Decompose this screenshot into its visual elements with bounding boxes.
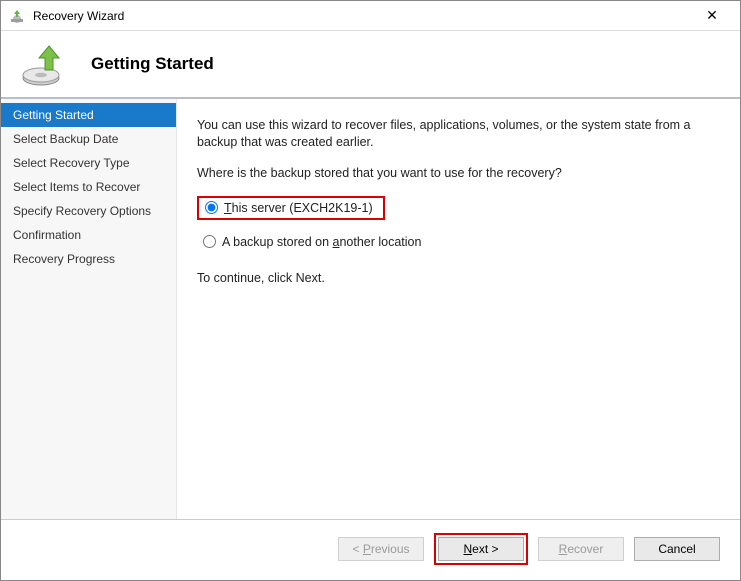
wizard-body: Getting Started Select Backup Date Selec…: [1, 99, 740, 519]
sidebar-item-confirmation[interactable]: Confirmation: [1, 223, 176, 247]
sidebar-item-select-backup-date[interactable]: Select Backup Date: [1, 127, 176, 151]
sidebar-item-getting-started[interactable]: Getting Started: [1, 103, 176, 127]
recovery-icon: [19, 40, 67, 88]
wizard-footer: < Previous Next > Recover Cancel: [1, 519, 740, 577]
window-title: Recovery Wizard: [33, 9, 692, 23]
continue-text: To continue, click Next.: [197, 270, 712, 287]
previous-button: < Previous: [338, 537, 424, 561]
radio-this-server-label: This server (EXCH2K19-1): [224, 201, 373, 215]
radio-this-server[interactable]: This server (EXCH2K19-1): [197, 196, 385, 220]
next-button-highlight: Next >: [434, 533, 528, 565]
close-icon[interactable]: ✕: [692, 2, 732, 30]
intro-text: You can use this wizard to recover files…: [197, 117, 712, 151]
titlebar: Recovery Wizard ✕: [1, 1, 740, 31]
wizard-content: You can use this wizard to recover files…: [177, 99, 740, 519]
sidebar-item-select-items[interactable]: Select Items to Recover: [1, 175, 176, 199]
backup-location-group: This server (EXCH2K19-1) A backup stored…: [197, 196, 712, 252]
wizard-header: Getting Started: [1, 31, 740, 99]
sidebar-item-select-recovery-type[interactable]: Select Recovery Type: [1, 151, 176, 175]
question-text: Where is the backup stored that you want…: [197, 165, 712, 182]
next-button[interactable]: Next >: [438, 537, 524, 561]
radio-this-server-input[interactable]: [205, 201, 218, 214]
cancel-button[interactable]: Cancel: [634, 537, 720, 561]
radio-another-location-input[interactable]: [203, 235, 216, 248]
recover-button: Recover: [538, 537, 624, 561]
radio-another-location[interactable]: A backup stored on another location: [197, 232, 712, 252]
wizard-steps-sidebar: Getting Started Select Backup Date Selec…: [1, 99, 177, 519]
sidebar-item-specify-options[interactable]: Specify Recovery Options: [1, 199, 176, 223]
page-title: Getting Started: [91, 54, 214, 74]
app-icon: [9, 8, 25, 24]
radio-another-location-label: A backup stored on another location: [222, 235, 421, 249]
sidebar-item-recovery-progress[interactable]: Recovery Progress: [1, 247, 176, 271]
